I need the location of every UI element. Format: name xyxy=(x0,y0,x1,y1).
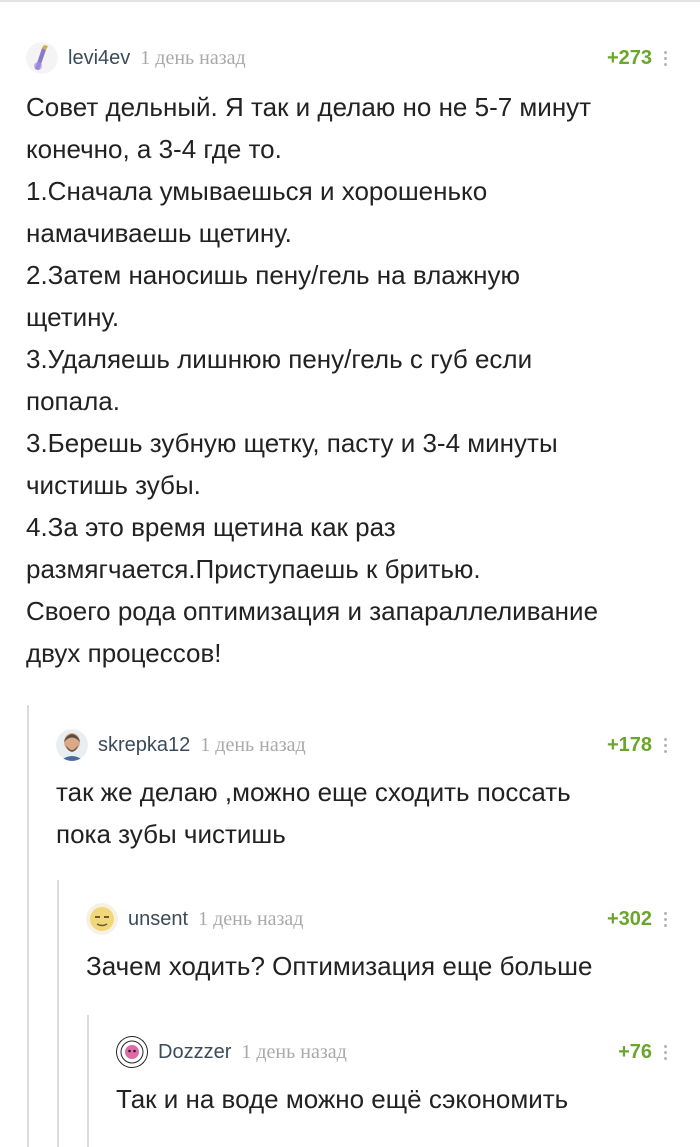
avatar[interactable] xyxy=(26,42,58,74)
comment-text: Так и на воде можно ещё сэкономить xyxy=(116,1084,569,1114)
comment: levi4ev 1 день назад +273 Совет дельный.… xyxy=(26,38,672,674)
comment-text: Совет дельный. Я так и делаю но не 5-7 м… xyxy=(26,92,599,668)
author-name[interactable]: skrepka12 xyxy=(98,734,190,757)
comment-header: skrepka12 1 день назад +178 xyxy=(56,725,672,765)
more-dots-icon[interactable] xyxy=(658,909,672,929)
author-name[interactable]: unsent xyxy=(128,908,188,931)
thread-line-level-3[interactable] xyxy=(87,1015,89,1147)
comment-rating[interactable]: +76 xyxy=(618,1041,652,1064)
comment-text: Зачем ходить? Оптимизация еще больше xyxy=(86,951,593,981)
comment: Dozzzer 1 день назад +76 Так и на воде м… xyxy=(116,1032,672,1120)
more-dots-icon[interactable] xyxy=(658,1042,672,1062)
avatar[interactable] xyxy=(86,903,118,935)
comment-header: levi4ev 1 день назад +273 xyxy=(26,38,672,78)
comment-time: 1 день назад xyxy=(200,733,306,756)
top-divider xyxy=(0,0,700,4)
comment: unsent 1 день назад +302 Зачем ходить? О… xyxy=(86,899,672,987)
thread-line-level-2[interactable] xyxy=(57,880,59,1147)
comment-time: 1 день назад xyxy=(198,907,304,930)
comment-rating[interactable]: +273 xyxy=(607,47,652,70)
author-name[interactable]: Dozzzer xyxy=(158,1041,231,1064)
thread-line-level-1[interactable] xyxy=(27,705,29,1147)
comment-time: 1 день назад xyxy=(241,1040,347,1063)
comment-time: 1 день назад xyxy=(140,46,246,69)
comment-rating[interactable]: +178 xyxy=(607,734,652,757)
comment: skrepka12 1 день назад +178 так же делаю… xyxy=(56,725,672,855)
avatar[interactable] xyxy=(116,1036,148,1068)
comment-rating[interactable]: +302 xyxy=(607,908,652,931)
comment-header: unsent 1 день назад +302 xyxy=(86,899,672,939)
more-dots-icon[interactable] xyxy=(658,48,672,68)
author-name[interactable]: levi4ev xyxy=(68,47,130,70)
comment-text: так же делаю ,можно еще сходить поссать … xyxy=(56,777,571,849)
comment-header: Dozzzer 1 день назад +76 xyxy=(116,1032,672,1072)
avatar[interactable] xyxy=(56,729,88,761)
more-dots-icon[interactable] xyxy=(658,735,672,755)
